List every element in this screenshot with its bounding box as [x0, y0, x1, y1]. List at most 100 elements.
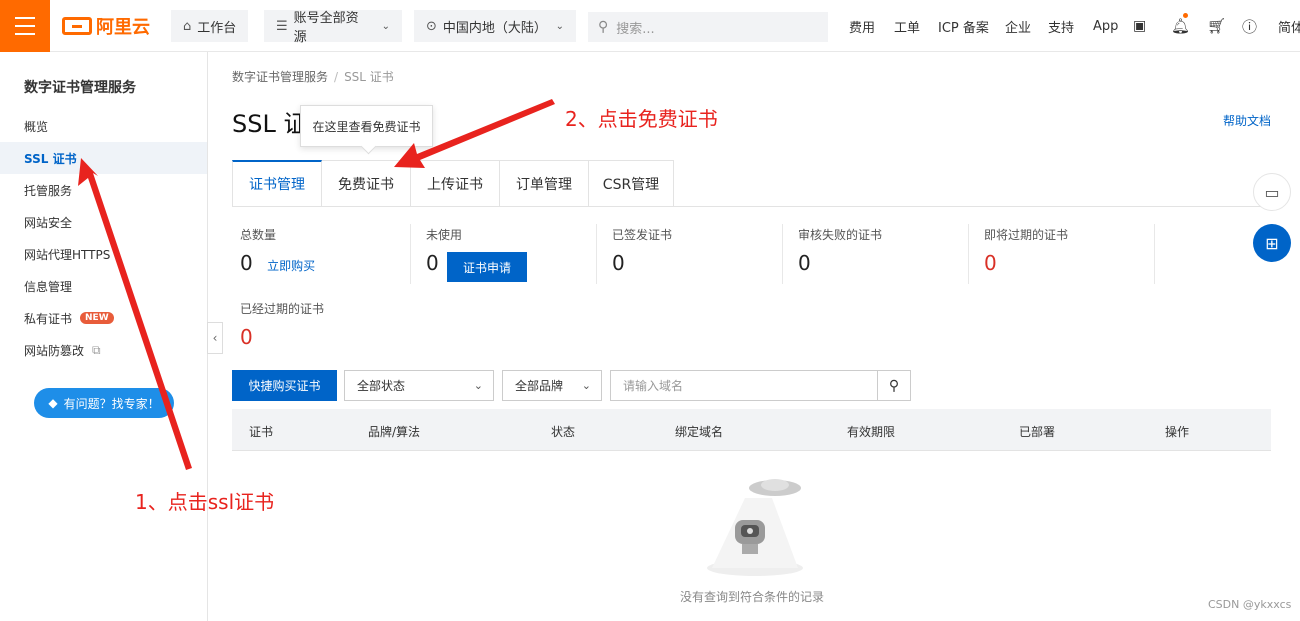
global-search-input[interactable]: ⚲ 搜索...: [588, 12, 828, 42]
annotation-step1: 1、点击ssl证书: [135, 490, 275, 514]
breadcrumb-item[interactable]: 数字证书管理服务: [232, 70, 328, 84]
stat-value: 0: [798, 251, 811, 275]
external-link-icon: ⧉: [92, 342, 101, 357]
stat-value: 0: [984, 251, 997, 275]
nav-icp[interactable]: ICP 备案: [938, 17, 989, 36]
apply-cert-button[interactable]: 证书申请: [447, 252, 527, 282]
terminal-icon[interactable]: ▣: [1133, 18, 1146, 34]
search-placeholder: 搜索...: [616, 21, 655, 37]
stat-label: 已经过期的证书: [240, 302, 325, 316]
stat-value: 0: [240, 251, 253, 275]
tab-cert-management[interactable]: 证书管理: [232, 160, 322, 207]
sidebar-item-tamper-protection[interactable]: 网站防篡改 ⧉: [0, 334, 207, 366]
notification-dot: [1183, 13, 1188, 18]
sidebar-item-ssl[interactable]: SSL 证书: [0, 142, 207, 174]
sidebar-item-label: 概览: [24, 119, 49, 134]
sidebar-item-label: SSL 证书: [24, 151, 77, 166]
workbench-label: 工作台: [197, 20, 237, 36]
annotation-step2: 2、点击免费证书: [565, 107, 718, 131]
sidebar-item-site-security[interactable]: 网站安全: [0, 206, 207, 238]
table-header: 证书 品牌/算法 状态 绑定域名 有效期限 已部署 操作: [232, 409, 1271, 451]
sidebar-item-label: 信息管理: [24, 279, 73, 294]
logo-text: 阿里云: [96, 17, 150, 38]
brand-select[interactable]: 全部品牌 ⌄: [502, 370, 602, 401]
sidebar-item-hosting[interactable]: 托管服务: [0, 174, 207, 206]
nav-fees[interactable]: 费用: [849, 17, 875, 36]
bell-icon[interactable]: 🔔︎: [1171, 17, 1190, 35]
stat-divider: [968, 224, 969, 284]
sidebar-item-private-cert[interactable]: 私有证书 NEW: [0, 302, 207, 334]
page-title: SSL 证: [232, 110, 308, 138]
chevron-down-icon: ⌄: [473, 379, 483, 392]
stat-issued: 已签发证书 0: [612, 226, 672, 275]
watermark: CSDN @ykxxcs: [1208, 598, 1292, 611]
buy-now-link[interactable]: 立即购买: [267, 259, 315, 273]
cert-tabs: 证书管理 免费证书 上传证书 订单管理 CSR管理: [232, 160, 674, 207]
empty-state-text: 没有查询到符合条件的记录: [680, 590, 825, 604]
stat-label: 即将过期的证书: [984, 228, 1069, 242]
sidebar-item-info-management[interactable]: 信息管理: [0, 270, 207, 302]
stat-label: 已签发证书: [612, 228, 673, 242]
tab-csr-management[interactable]: CSR管理: [589, 160, 674, 207]
stat-divider: [782, 224, 783, 284]
resources-label: 账号全部资源: [293, 11, 359, 45]
stat-value: 0: [240, 325, 253, 349]
chat-icon: ▭: [1264, 182, 1280, 202]
chevron-down-icon: ⌄: [381, 20, 391, 32]
feedback-float-button[interactable]: ▭: [1253, 173, 1291, 211]
region-dropdown[interactable]: ⊙ 中国内地（大陆） ⌄: [414, 10, 576, 42]
help-doc-link[interactable]: 帮助文档: [1223, 112, 1271, 129]
tabs-divider: [232, 206, 1272, 207]
column-header: 品牌/算法: [368, 425, 421, 439]
list-icon: ☰: [276, 18, 288, 34]
sidebar-item-label: 托管服务: [24, 183, 73, 198]
nav-enterprise[interactable]: 企业: [1005, 17, 1031, 36]
stat-divider: [1154, 224, 1155, 284]
nav-app[interactable]: App: [1093, 19, 1118, 34]
stat-total: 总数量 0 立即购买: [240, 226, 315, 275]
quick-buy-button[interactable]: 快捷购买证书: [232, 370, 337, 401]
sidebar-item-label: 私有证书: [24, 311, 73, 326]
chevron-down-icon: ⌄: [581, 379, 591, 392]
nav-support[interactable]: 支持: [1048, 17, 1074, 36]
collapse-sidebar-button[interactable]: ‹: [207, 322, 223, 354]
cart-icon[interactable]: 🛒︎: [1207, 17, 1226, 35]
status-select[interactable]: 全部状态 ⌄: [344, 370, 494, 401]
chevron-left-icon: ‹: [212, 331, 218, 345]
tab-upload-cert[interactable]: 上传证书: [411, 160, 500, 207]
domain-placeholder: 请输入域名: [623, 379, 684, 393]
sidebar-title: 数字证书管理服务: [24, 80, 136, 96]
apps-float-button[interactable]: ⊞: [1253, 224, 1291, 262]
hamburger-menu-icon[interactable]: [0, 0, 50, 52]
column-header: 有效期限: [847, 425, 896, 439]
sidebar-item-https-proxy[interactable]: 网站代理HTTPS: [0, 238, 207, 270]
help-circle-icon[interactable]: ⓘ: [1242, 16, 1257, 37]
top-navigation-bar: 阿里云 ⌂ 工作台 ☰ 账号全部资源 ⌄ ⊙ 中国内地（大陆） ⌄ ⚲ 搜索..…: [0, 0, 1300, 52]
empty-state-illustration: [707, 479, 803, 576]
stat-expiring: 即将过期的证书 0: [984, 226, 1068, 275]
brand-select-value: 全部品牌: [515, 379, 564, 393]
stat-divider: [410, 224, 411, 284]
new-badge: NEW: [80, 312, 114, 324]
workbench-button[interactable]: ⌂ 工作台: [171, 10, 249, 42]
tab-free-cert[interactable]: 免费证书: [322, 160, 411, 207]
stat-value: 0: [612, 251, 625, 275]
search-icon: ⚲: [888, 377, 900, 394]
tab-order-management[interactable]: 订单管理: [500, 160, 589, 207]
sidebar: 数字证书管理服务 概览 SSL 证书 托管服务 网站安全 网站代理HTTPS 信…: [0, 52, 208, 621]
chevron-down-icon: ⌄: [555, 20, 564, 32]
column-header: 绑定域名: [675, 425, 724, 439]
language-switch[interactable]: 简体: [1278, 17, 1300, 36]
domain-search-button[interactable]: ⚲: [877, 370, 911, 401]
nav-tickets[interactable]: 工单: [894, 17, 920, 36]
stat-label: 总数量: [240, 228, 277, 242]
chat-bubble-icon: ◆: [48, 396, 58, 410]
domain-search-input[interactable]: 请输入域名: [610, 370, 878, 401]
home-icon: ⌂: [183, 18, 192, 34]
resources-dropdown[interactable]: ☰ 账号全部资源 ⌄: [264, 10, 402, 45]
ask-expert-button[interactable]: ◆ 有问题？找专家！: [34, 388, 174, 418]
aliyun-logo[interactable]: 阿里云: [62, 14, 150, 38]
breadcrumb: 数字证书管理服务 / SSL 证书: [232, 70, 394, 84]
sidebar-item-overview[interactable]: 概览: [0, 110, 207, 142]
location-pin-icon: ⊙: [426, 18, 437, 34]
